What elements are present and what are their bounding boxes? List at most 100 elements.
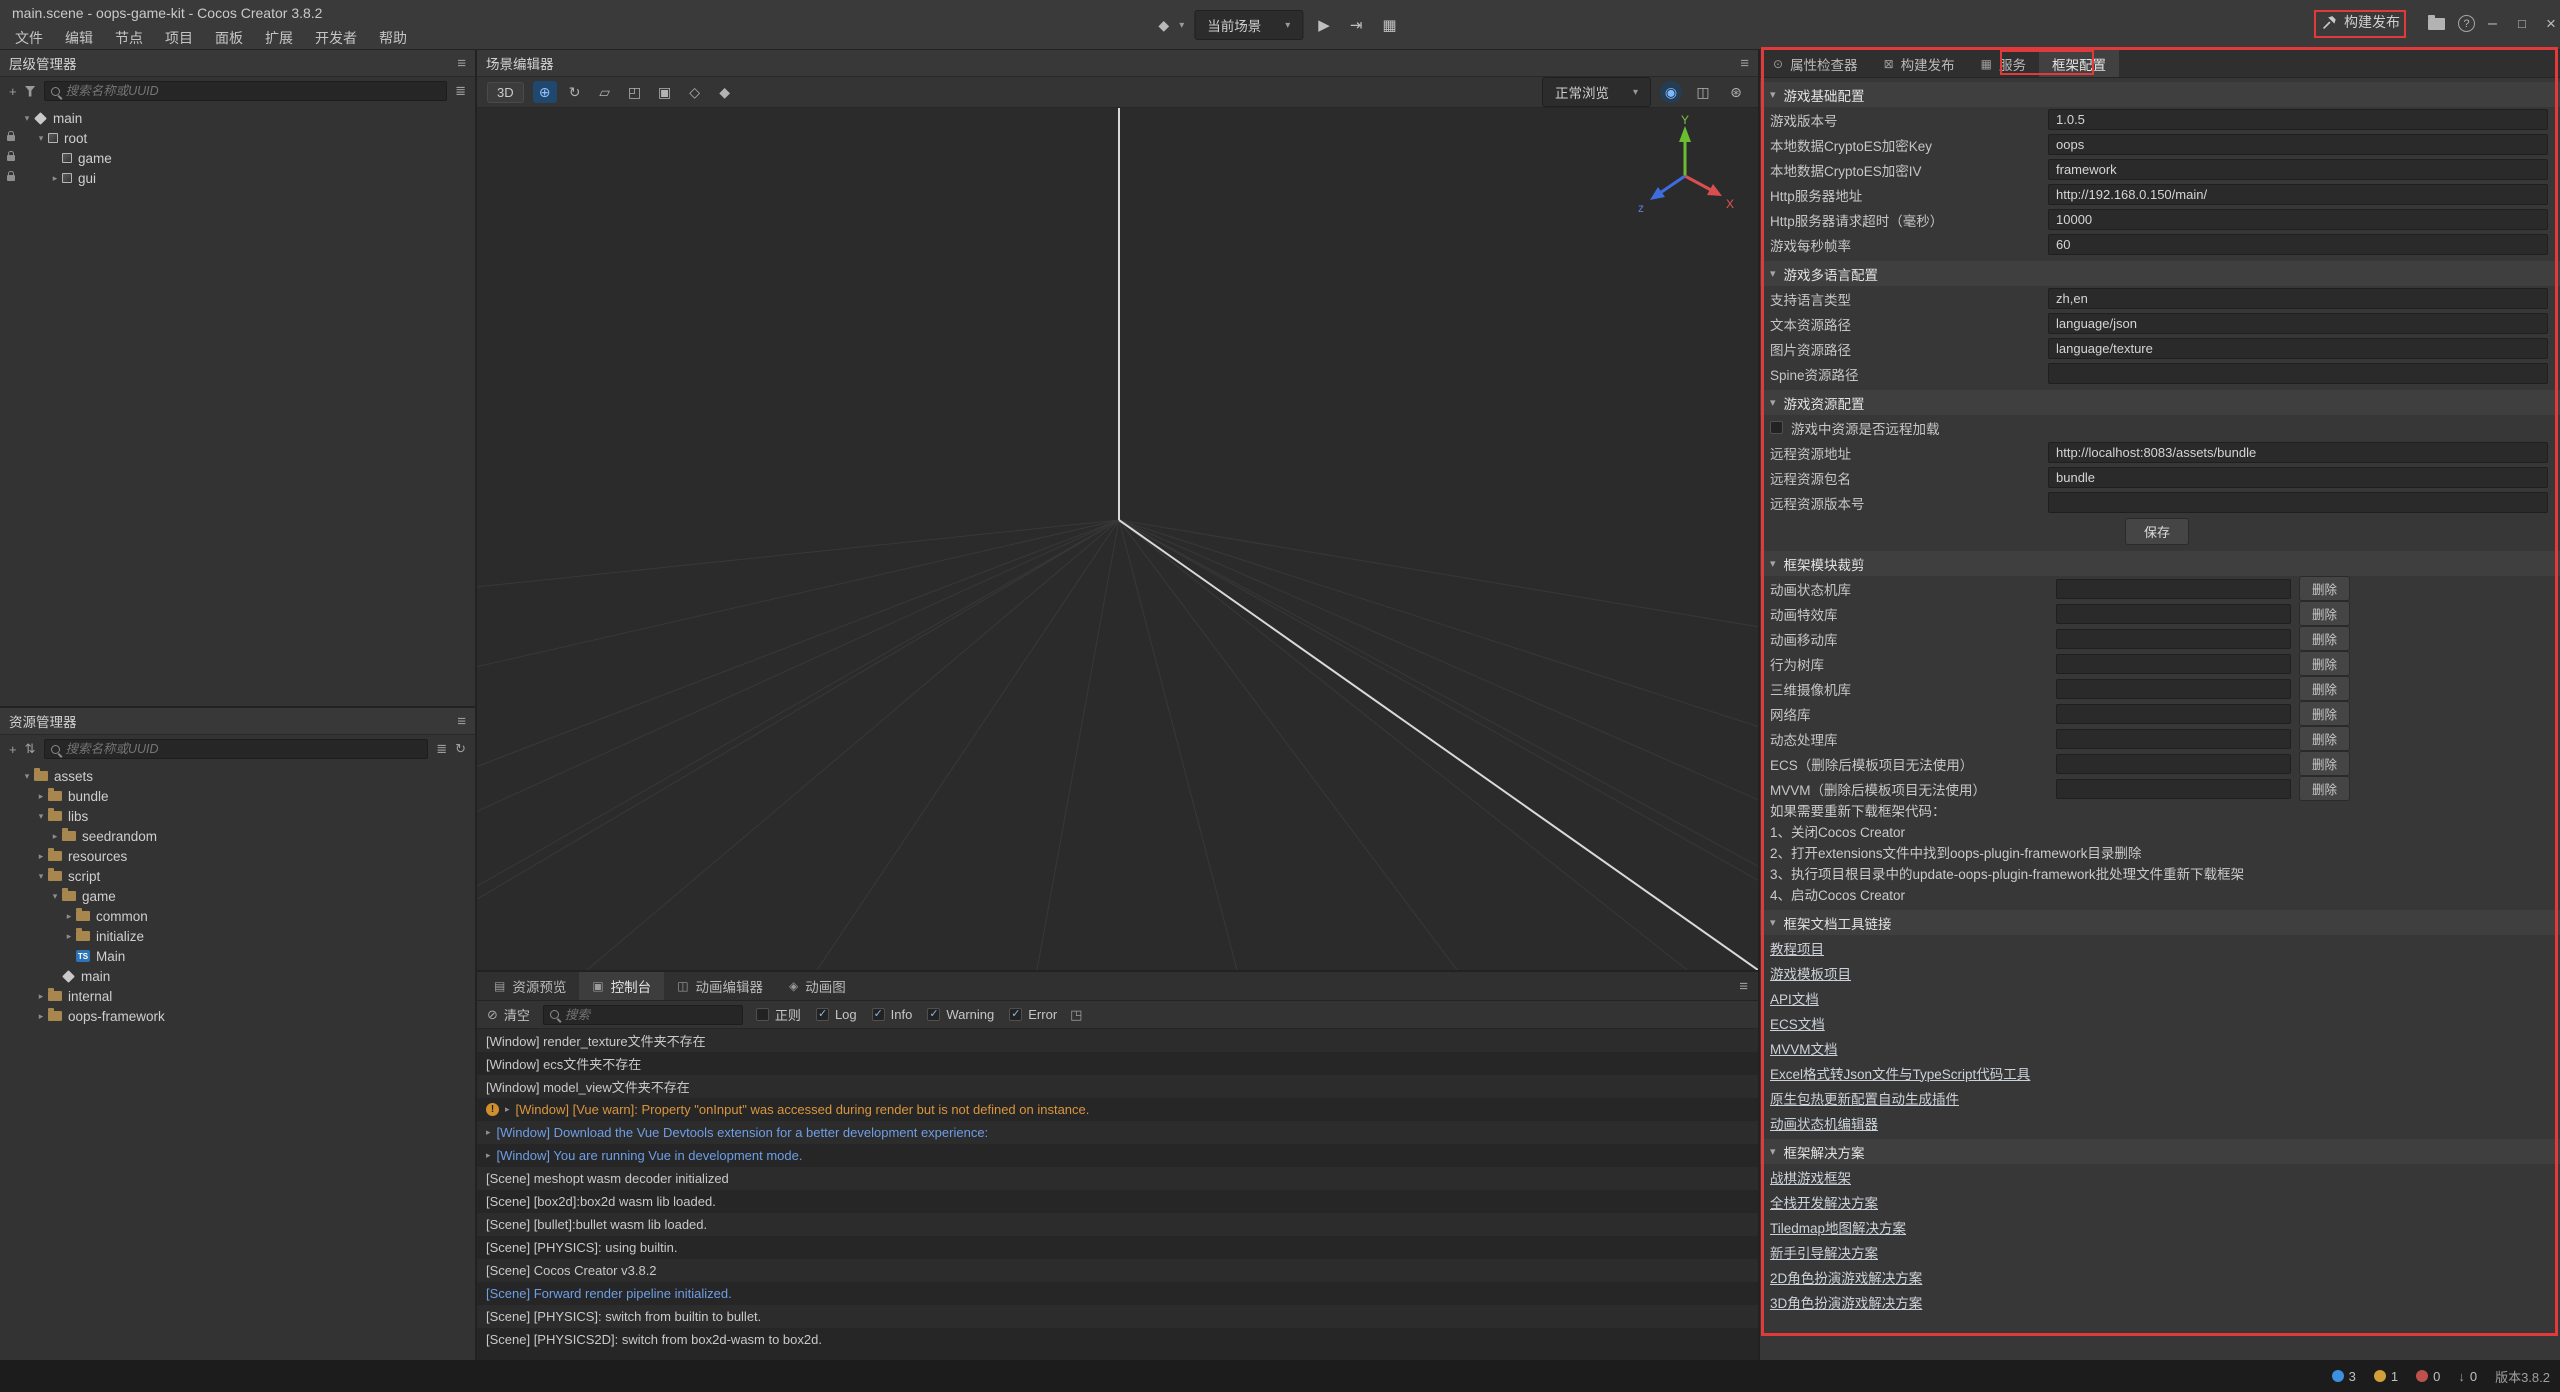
- folder-icon[interactable]: [2428, 18, 2445, 30]
- tree-node[interactable]: game: [0, 148, 475, 168]
- camera-icon[interactable]: ◫: [1691, 81, 1715, 103]
- doc-link[interactable]: 游戏模板项目: [1770, 963, 1851, 983]
- property-input[interactable]: [2048, 209, 2548, 230]
- doc-link[interactable]: ECS文档: [1770, 1013, 1825, 1033]
- section-module-trim[interactable]: 框架模块裁剪: [1760, 551, 2560, 576]
- module-input[interactable]: [2056, 754, 2291, 774]
- log-row[interactable]: ▸ [Window] Download the Vue Devtools ext…: [477, 1121, 1758, 1144]
- expand-arrow-icon[interactable]: ▾: [34, 811, 48, 822]
- module-delete-button[interactable]: 删除: [2299, 626, 2350, 651]
- panel-menu-icon[interactable]: ≡: [1740, 55, 1749, 72]
- module-delete-button[interactable]: 删除: [2299, 726, 2350, 751]
- message-count[interactable]: 0: [2416, 1369, 2440, 1384]
- axis-gizmo[interactable]: Y X z: [1630, 114, 1740, 224]
- expand-arrow-icon[interactable]: ▸: [62, 911, 76, 922]
- panel-menu-icon[interactable]: ≡: [1739, 978, 1748, 995]
- doc-link[interactable]: 动画状态机编辑器: [1770, 1113, 1878, 1133]
- console-filter[interactable]: Info: [872, 1005, 913, 1024]
- menu-item[interactable]: 节点: [104, 28, 154, 48]
- tab-animation-editor[interactable]: ◫ 动画编辑器: [664, 972, 776, 1000]
- settings-gear-icon[interactable]: ⊛: [1724, 81, 1748, 103]
- sort-icon[interactable]: ⇅: [25, 741, 36, 757]
- property-input[interactable]: [2048, 467, 2548, 488]
- module-input[interactable]: [2056, 629, 2291, 649]
- expand-arrow-icon[interactable]: ▾: [20, 113, 34, 124]
- layout-button[interactable]: ▦: [1377, 16, 1401, 34]
- menu-item[interactable]: 面板: [204, 28, 254, 48]
- doc-link[interactable]: 原生包热更新配置自动生成插件: [1770, 1088, 1959, 1108]
- module-input[interactable]: [2056, 604, 2291, 624]
- menu-item[interactable]: 开发者: [304, 28, 368, 48]
- expand-arrow-icon[interactable]: ▸: [62, 931, 76, 942]
- message-count[interactable]: 3: [2332, 1369, 2356, 1384]
- log-row[interactable]: [Scene] Forward render pipeline initiali…: [477, 1282, 1758, 1305]
- module-delete-button[interactable]: 删除: [2299, 776, 2350, 801]
- pivot-toggle[interactable]: ◇: [683, 81, 707, 103]
- log-row[interactable]: [Scene] [PHYSICS2D]: switch from box2d-w…: [477, 1328, 1758, 1351]
- asset-node[interactable]: ▾ assets: [0, 766, 475, 786]
- console-filter[interactable]: Log: [816, 1005, 857, 1024]
- log-row[interactable]: [Scene] meshopt wasm decoder initialized: [477, 1167, 1758, 1190]
- clear-console-button[interactable]: ⊘ 清空: [487, 1005, 530, 1024]
- section-solutions[interactable]: 框架解决方案: [1760, 1139, 2560, 1164]
- lighting-toggle-icon[interactable]: ◉: [1660, 81, 1682, 103]
- tree-node[interactable]: ▾ main: [0, 108, 475, 128]
- console-filter[interactable]: Error: [1009, 1005, 1057, 1024]
- module-delete-button[interactable]: 删除: [2299, 601, 2350, 626]
- asset-node[interactable]: TS Main: [0, 946, 475, 966]
- view-mode-select[interactable]: 正常浏览 ▾: [1542, 77, 1651, 107]
- section-game-basic[interactable]: 游戏基础配置: [1760, 82, 2560, 107]
- expand-arrow-icon[interactable]: ▸: [34, 1011, 48, 1022]
- asset-node[interactable]: ▾ libs: [0, 806, 475, 826]
- lock-icon[interactable]: [7, 135, 15, 141]
- asset-node[interactable]: ▸ initialize: [0, 926, 475, 946]
- property-input[interactable]: [2048, 338, 2548, 359]
- menu-item[interactable]: 帮助: [368, 28, 418, 48]
- log-row[interactable]: [Window] model_view文件夹不存在: [477, 1075, 1758, 1098]
- log-row[interactable]: ! ▸ [Window] [Vue warn]: Property "onInp…: [477, 1098, 1758, 1121]
- doc-link[interactable]: 教程项目: [1770, 938, 1824, 958]
- property-input[interactable]: [2048, 134, 2548, 155]
- asset-node[interactable]: ▾ script: [0, 866, 475, 886]
- coordinate-toggle[interactable]: ◆: [713, 81, 737, 103]
- module-delete-button[interactable]: 删除: [2299, 701, 2350, 726]
- module-delete-button[interactable]: 删除: [2299, 676, 2350, 701]
- filter-icon[interactable]: [25, 86, 36, 97]
- panel-menu-icon[interactable]: ≡: [457, 713, 466, 730]
- log-row[interactable]: [Scene] [bullet]:bullet wasm lib loaded.: [477, 1213, 1758, 1236]
- menu-item[interactable]: 项目: [154, 28, 204, 48]
- log-row[interactable]: [Scene] [PHYSICS]: switch from builtin t…: [477, 1305, 1758, 1328]
- module-input[interactable]: [2056, 679, 2291, 699]
- section-multilanguage[interactable]: 游戏多语言配置: [1760, 261, 2560, 286]
- maximize-button[interactable]: □: [2518, 13, 2526, 35]
- mode-3d-toggle[interactable]: 3D: [487, 82, 524, 103]
- section-doc-links[interactable]: 框架文档工具链接: [1760, 910, 2560, 935]
- asset-node[interactable]: ▸ resources: [0, 846, 475, 866]
- console-search-input[interactable]: [565, 1008, 736, 1022]
- expand-arrow-icon[interactable]: ▾: [34, 133, 48, 144]
- add-asset-icon[interactable]: +: [9, 742, 17, 757]
- asset-node[interactable]: main: [0, 966, 475, 986]
- message-count[interactable]: 1: [2374, 1369, 2398, 1384]
- help-icon[interactable]: ?: [2458, 15, 2475, 32]
- tree-node[interactable]: ▾ root: [0, 128, 475, 148]
- move-tool[interactable]: ⊕: [533, 81, 557, 103]
- expand-arrow-icon[interactable]: ▾: [20, 771, 34, 782]
- asset-node[interactable]: ▸ internal: [0, 986, 475, 1006]
- scene-tab[interactable]: 场景编辑器: [486, 53, 554, 73]
- tab-framework-config[interactable]: 框架配置: [2039, 50, 2119, 77]
- hierarchy-options-icon[interactable]: ≣: [455, 83, 466, 99]
- console-search[interactable]: [543, 1005, 743, 1025]
- solution-link[interactable]: 2D角色扮演游戏解决方案: [1770, 1267, 1922, 1287]
- log-row[interactable]: [Window] render_texture文件夹不存在: [477, 1029, 1758, 1052]
- assets-search[interactable]: [44, 739, 429, 759]
- hierarchy-search-input[interactable]: [66, 84, 441, 98]
- property-input[interactable]: [2048, 492, 2548, 513]
- menu-item[interactable]: 扩展: [254, 28, 304, 48]
- property-input[interactable]: [2048, 159, 2548, 180]
- module-delete-button[interactable]: 删除: [2299, 576, 2350, 601]
- checkbox-icon[interactable]: [816, 1008, 829, 1021]
- checkbox-icon[interactable]: [1009, 1008, 1022, 1021]
- doc-link[interactable]: MVVM文档: [1770, 1038, 1838, 1058]
- expand-arrow-icon[interactable]: ▾: [48, 891, 62, 902]
